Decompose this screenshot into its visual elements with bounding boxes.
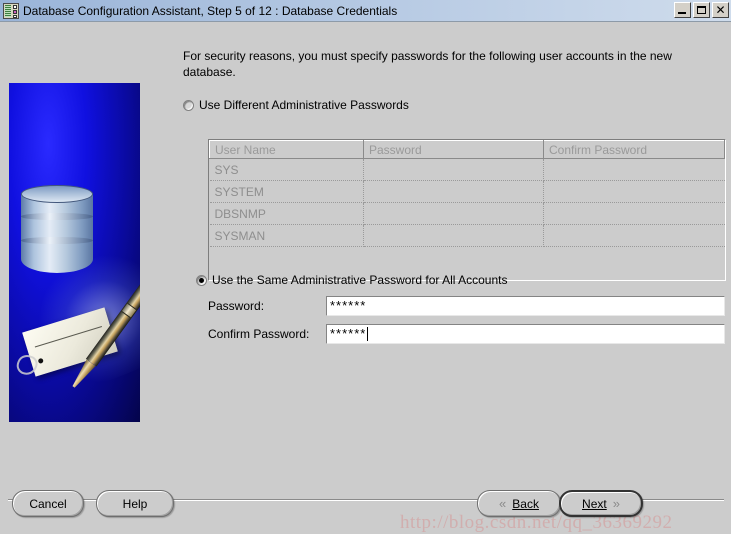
cancel-button[interactable]: Cancel xyxy=(12,490,84,517)
window-title: Database Configuration Assistant, Step 5… xyxy=(23,3,398,18)
cell-user-name: SYS xyxy=(209,158,364,181)
credentials-table-container[interactable]: User Name Password Confirm Password SYS … xyxy=(208,139,726,281)
table-header-row: User Name Password Confirm Password xyxy=(209,140,725,159)
confirm-password-input[interactable]: ****** xyxy=(326,324,725,344)
next-button-label: Next xyxy=(582,496,607,511)
column-header-user-name[interactable]: User Name xyxy=(209,140,364,159)
window-titlebar: Database Configuration Assistant, Step 5… xyxy=(0,0,731,22)
close-icon: ✕ xyxy=(715,3,726,17)
cell-user-name: SYSMAN xyxy=(209,224,364,247)
password-label-row: Password: xyxy=(208,296,264,316)
chevron-left-icon: « xyxy=(499,496,507,511)
minimize-button[interactable] xyxy=(674,2,691,18)
cell-confirm-password[interactable] xyxy=(543,202,725,225)
database-assistant-icon xyxy=(3,2,19,19)
cell-user-name: SYSTEM xyxy=(209,180,364,203)
confirm-password-label: Confirm Password: xyxy=(208,327,310,341)
option-same-password-label: Use the Same Administrative Password for… xyxy=(212,273,508,287)
table-row[interactable]: SYSTEM xyxy=(209,180,725,203)
table-row[interactable]: SYSMAN xyxy=(209,224,725,247)
cell-password[interactable] xyxy=(363,224,544,247)
close-button[interactable]: ✕ xyxy=(712,2,729,18)
database-cylinder-icon xyxy=(21,185,93,277)
column-header-password[interactable]: Password xyxy=(363,140,544,159)
maximize-button[interactable] xyxy=(693,2,710,18)
sidebar-illustration xyxy=(9,83,140,422)
help-button-label: Help xyxy=(122,496,148,511)
confirm-password-value: ****** xyxy=(330,326,367,341)
field-shadow xyxy=(327,324,647,325)
password-label: Password: xyxy=(208,299,265,313)
option-different-passwords-label: Use Different Administrative Passwords xyxy=(199,98,409,112)
credentials-table: User Name Password Confirm Password SYS … xyxy=(209,140,725,247)
back-button[interactable]: « Back xyxy=(477,490,561,517)
cell-password[interactable] xyxy=(363,202,544,225)
password-value: ****** xyxy=(330,298,367,313)
help-button[interactable]: Help xyxy=(96,490,174,517)
password-input[interactable]: ****** xyxy=(326,296,725,316)
cell-password[interactable] xyxy=(363,180,544,203)
cell-user-name: DBSNMP xyxy=(209,202,364,225)
option-different-passwords[interactable]: Use Different Administrative Passwords xyxy=(183,98,728,112)
back-button-label: Back xyxy=(512,496,539,511)
confirm-password-label-row: Confirm Password: xyxy=(208,324,309,344)
next-button[interactable]: Next » xyxy=(559,490,643,517)
cell-confirm-password[interactable] xyxy=(543,158,725,181)
cancel-button-label: Cancel xyxy=(29,496,67,511)
dialog-client-area: For security reasons, you must specify p… xyxy=(0,22,731,533)
instructions-text: For security reasons, you must specify p… xyxy=(183,49,672,79)
table-row[interactable]: SYS xyxy=(209,158,725,181)
column-header-confirm-password[interactable]: Confirm Password xyxy=(543,140,725,159)
cell-confirm-password[interactable] xyxy=(543,180,725,203)
radio-different-passwords[interactable] xyxy=(183,99,194,111)
window-controls: ✕ xyxy=(674,2,729,18)
main-content: For security reasons, you must specify p… xyxy=(183,48,728,112)
cell-password[interactable] xyxy=(363,158,544,181)
table-row[interactable]: DBSNMP xyxy=(209,202,725,225)
text-caret xyxy=(367,327,369,341)
radio-same-password[interactable] xyxy=(196,274,207,286)
cell-confirm-password[interactable] xyxy=(543,224,725,247)
option-same-password[interactable]: Use the Same Administrative Password for… xyxy=(196,273,507,287)
chevron-right-icon: » xyxy=(612,496,620,511)
